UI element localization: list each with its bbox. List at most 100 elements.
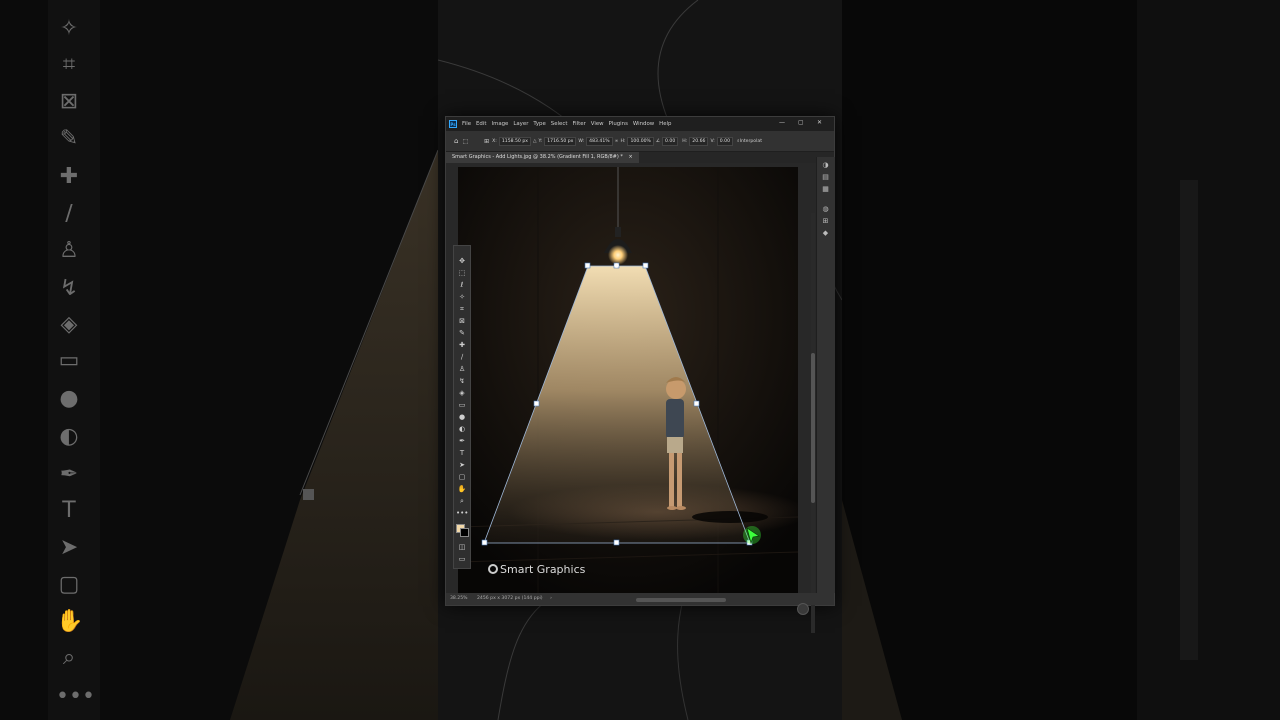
more-icon[interactable]: ••• [456, 508, 468, 518]
stamp-icon[interactable]: ♙ [456, 364, 468, 374]
channels-panel-icon[interactable]: ⊞ [821, 217, 830, 225]
document-canvas[interactable]: Smart Graphics [458, 167, 798, 593]
interpolation-dropdown[interactable]: Interpolat [740, 139, 762, 144]
photoshop-window: Ps File Edit Image Layer Type Select Fil… [445, 116, 835, 633]
x-field[interactable]: 1158.50 px [498, 136, 531, 146]
color-panel-icon[interactable]: ◑ [821, 161, 830, 169]
cursor-arrow-icon [743, 526, 761, 545]
transform-tool-icon: ⬚ [462, 137, 469, 145]
horizontal-scroll-thumb[interactable] [636, 598, 726, 602]
resize-grip-icon[interactable] [797, 603, 809, 615]
menu-layer[interactable]: Layer [513, 121, 528, 127]
reference-point-icon[interactable]: ⊞ [484, 138, 489, 145]
vertical-scrollbar[interactable] [811, 213, 815, 633]
v-skew-field[interactable]: 0.00 [716, 136, 734, 146]
gradient-icon[interactable]: ▭ [456, 400, 468, 410]
path-select-icon[interactable]: ➤ [456, 460, 468, 470]
backdrop-brush-icon: ∕ [65, 201, 73, 226]
backdrop-dodge-icon: ◐ [59, 424, 79, 449]
width-field[interactable]: 483.41% [586, 136, 613, 146]
menu-help[interactable]: Help [659, 121, 671, 127]
transform-handle-bottom-center[interactable] [613, 539, 620, 546]
watermark-text: Smart Graphics [500, 563, 586, 576]
backdrop-history-icon: ↯ [59, 276, 79, 301]
menu-file[interactable]: File [462, 121, 471, 127]
menu-filter[interactable]: Filter [572, 121, 585, 127]
transform-handle-bottom-left[interactable] [481, 539, 488, 546]
h-label: H: [620, 138, 626, 144]
quick-mask-icon[interactable]: ◫ [456, 542, 468, 552]
brush-icon[interactable]: ∕ [456, 352, 468, 362]
rotate-field[interactable]: 0.00 [662, 136, 679, 146]
dodge-icon[interactable]: ◐ [456, 424, 468, 434]
zoom-icon[interactable]: ⌕ [456, 496, 468, 506]
hand-icon[interactable]: ✋ [456, 484, 468, 494]
layers-panel-icon[interactable]: ◆ [821, 229, 830, 237]
transform-handle-middle-right[interactable] [693, 400, 700, 407]
h-skew-field[interactable]: 20.66 [689, 136, 709, 146]
backdrop-shape-icon: ▢ [58, 572, 80, 597]
backdrop-eyedropper-icon: ✎ [59, 126, 79, 151]
menu-window[interactable]: Window [633, 121, 654, 127]
document-tab[interactable]: Smart Graphics - Add Lights.jpg @ 38.2% … [446, 152, 639, 163]
close-icon[interactable]: ✕ [817, 119, 822, 126]
properties-panel-icon[interactable]: ▤ [821, 173, 830, 181]
background-color-swatch[interactable] [460, 528, 469, 537]
tab-close-icon[interactable]: × [629, 154, 633, 160]
watermark: Smart Graphics [488, 563, 585, 576]
link-icon[interactable]: ∞ [615, 139, 619, 144]
rotate-icon: ∠ [655, 138, 661, 144]
menu-plugins[interactable]: Plugins [609, 121, 628, 127]
shape-icon[interactable]: ▢ [456, 472, 468, 482]
backdrop-right [842, 0, 1280, 720]
eyedropper-icon[interactable]: ✎ [456, 328, 468, 338]
v-skew-label: V: [710, 138, 715, 144]
menu-edit[interactable]: Edit [476, 121, 486, 127]
backdrop-healing-icon: ✚ [59, 164, 79, 189]
transform-handle-top-left[interactable] [584, 262, 591, 269]
height-field[interactable]: 100.00% [627, 136, 654, 146]
frame-icon[interactable]: ⊠ [456, 316, 468, 326]
menu-image[interactable]: Image [491, 121, 508, 127]
menu-type[interactable]: Type [533, 121, 545, 127]
h-skew-label: H: [682, 138, 688, 144]
move-icon[interactable]: ✥ [456, 256, 468, 266]
minimize-icon[interactable]: — [779, 119, 785, 126]
menu-view[interactable]: View [591, 121, 604, 127]
menu-select[interactable]: Select [551, 121, 568, 127]
backdrop-handle [303, 489, 314, 500]
backdrop-left: ✧ ⌗ ⊠ ✎ ✚ ∕ ♙ ↯ ◈ ▭ ● ◐ ✒ T ➤ ▢ ✋ ⌕ ••• [0, 0, 438, 720]
blur-icon[interactable]: ● [456, 412, 468, 422]
zoom-level[interactable]: 38.25% [450, 596, 468, 601]
smart-graphics-logo-icon [488, 564, 498, 574]
lasso-icon[interactable]: ℓ [456, 280, 468, 290]
home-icon[interactable]: ⌂ [454, 137, 458, 145]
y-field[interactable]: 1716.50 px [544, 136, 577, 146]
canvas-area: Smart Graphics ✥ ⬚ ℓ ✧ ⌗ ⊠ ✎ ✚ ∕ ♙ ↯ ◈ ▭… [446, 163, 816, 633]
adjustments-panel-icon[interactable]: ◍ [821, 205, 830, 213]
w-label: W: [578, 138, 585, 144]
pen-icon[interactable]: ✒ [456, 436, 468, 446]
maximize-icon[interactable]: ▢ [798, 119, 804, 126]
transform-handle-middle-left[interactable] [533, 400, 540, 407]
vertical-scroll-thumb[interactable] [811, 353, 815, 503]
crop-icon[interactable]: ⌗ [456, 304, 468, 314]
magic-wand-icon[interactable]: ✧ [456, 292, 468, 302]
libraries-panel-icon[interactable]: ▦ [821, 185, 830, 193]
backdrop-eraser-icon: ◈ [60, 312, 78, 337]
screen-mode-icon[interactable]: ▭ [456, 554, 468, 564]
status-arrow-icon[interactable]: › [550, 596, 552, 601]
eraser-icon[interactable]: ◈ [456, 388, 468, 398]
marquee-icon[interactable]: ⬚ [456, 268, 468, 278]
backdrop-frame-icon: ⊠ [59, 89, 79, 114]
transform-handle-top-right[interactable] [642, 262, 649, 269]
scene-image [458, 167, 798, 593]
backdrop-more-icon: ••• [56, 684, 95, 709]
history-brush-icon[interactable]: ↯ [456, 376, 468, 386]
delta-icon[interactable]: △ [533, 139, 537, 144]
type-icon[interactable]: T [456, 448, 468, 458]
healing-icon[interactable]: ✚ [456, 340, 468, 350]
options-bar: ⌂ ⬚ ⊞ X: 1158.50 px △ Y: 1716.50 px W: 4… [446, 131, 834, 152]
backdrop-wand-icon: ✧ [59, 16, 79, 41]
backdrop-pen-icon: ✒ [59, 462, 79, 487]
